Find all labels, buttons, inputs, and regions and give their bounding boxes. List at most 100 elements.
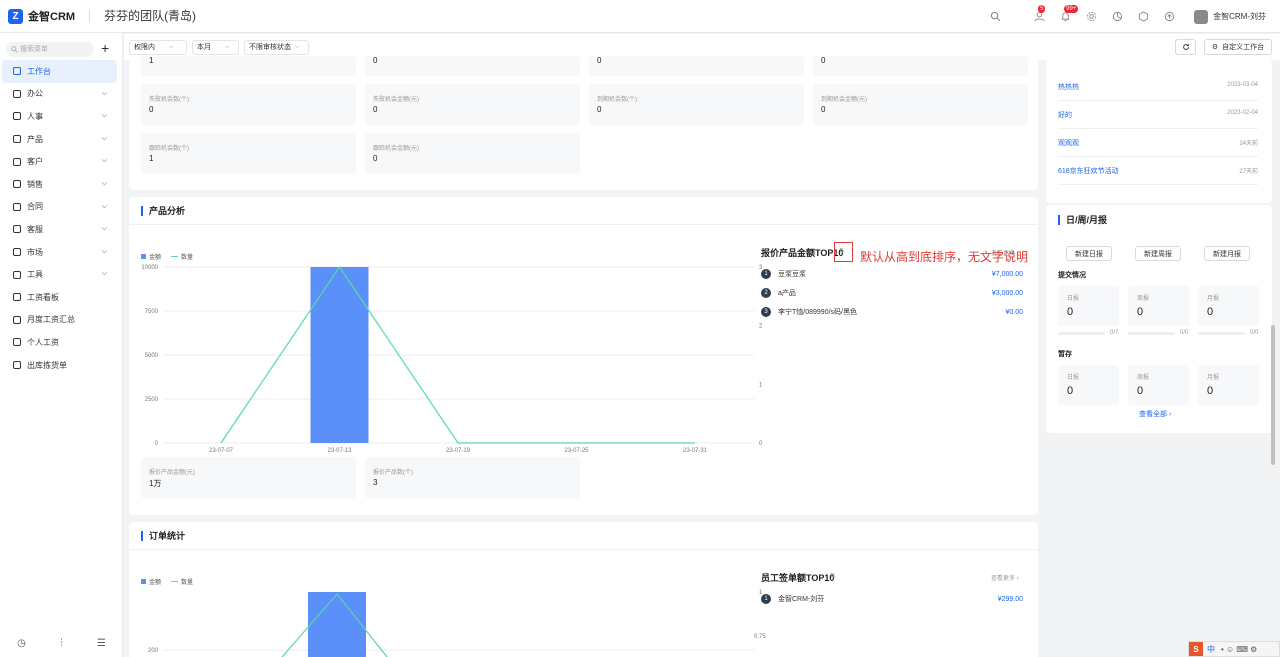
sidebar-item[interactable]: 月度工资汇总 [2,309,117,332]
menu-search-input[interactable]: 搜索菜单 [6,42,94,57]
news-item[interactable]: 618京东狂欢节活动 27天前 [1058,157,1258,185]
top-header: Z 金智CRM 芬芬的团队(青岛) 5 99+ 金智CRM-刘芬 [0,0,1280,33]
sidebar-item-label: 合同 [27,202,43,212]
draft-daily-box[interactable]: 日报 0 [1058,365,1119,405]
sidebar-item[interactable]: 产品 ⌵ [2,128,117,151]
y-tick-label: 5000 [145,353,159,359]
page-scrollbar[interactable] [1271,325,1275,465]
stat-value: 0 [373,56,378,65]
upgrade-icon[interactable] [1162,10,1176,24]
news-date: 2023-03-04 [1227,82,1258,88]
team-name[interactable]: 芬芬的团队(青岛) [89,9,196,23]
logo[interactable]: Z 金智CRM [8,8,75,24]
progress-bar [1198,332,1245,335]
search-icon [11,46,18,53]
picking-icon [13,361,21,370]
sidebar-item-label: 客服 [27,224,43,234]
list-item[interactable]: 2 a产品 [761,288,796,298]
stat-box: 跟踪机会数(个) 1 [141,133,356,174]
progress-bar [1128,332,1175,335]
user-menu[interactable]: 金智CRM-刘芬 [1194,9,1266,24]
refresh-button[interactable] [1175,39,1196,55]
employee-top10-title: 员工签单额TOP10 [761,573,835,583]
view-all-link[interactable]: 查看全部 › [1139,409,1171,419]
submit-daily-box[interactable]: 日报 0 [1058,286,1119,326]
chevron-down-icon: ⌵ [101,157,107,165]
sidebar-item[interactable]: 工具 ⌵ [2,263,117,286]
news-item[interactable]: 观观观 24天前 [1058,129,1258,157]
y2-tick-label: 2 [759,324,763,330]
progress-count: 0/0 [1250,330,1259,336]
news-item[interactable]: 好的 2023-02-04 [1058,101,1258,129]
submit-weekly-box[interactable]: 周报 0 [1128,286,1189,326]
sidebar-item[interactable]: 工资看板 [2,286,117,309]
view-more-link[interactable]: 查看更多 › [991,573,1019,582]
sidebar-item[interactable]: 个人工资 [2,331,117,354]
progress-bar [1058,332,1105,335]
pie-chart-icon[interactable] [1110,10,1124,24]
submit-section-title: 提交情况 [1058,272,1086,279]
bell-icon[interactable]: 99+ [1058,4,1079,24]
box-value: 0 [1137,306,1144,318]
box-value: 0 [1067,385,1074,397]
history-icon[interactable]: ◷ [17,638,26,649]
new-daily-report-button[interactable]: 新建日报 [1066,246,1112,261]
sidebar-item[interactable]: 出库拣货单 [2,354,117,377]
search-icon[interactable] [988,10,1002,24]
sort-icon[interactable]: ⇅ [830,572,836,580]
scope-select[interactable]: 权限内 ⌵ [129,39,187,55]
sidebar-item[interactable]: 工作台 [2,60,117,83]
product-name: a产品 [778,290,796,297]
stat-value: 0 [597,56,602,65]
sidebar-item-label: 出库拣货单 [27,360,67,370]
sidebar-item[interactable]: 客服 ⌵ [2,218,117,241]
stat-value: 0 [373,105,378,114]
sidebar-item[interactable]: 市场 ⌵ [2,241,117,264]
collapse-menu-icon[interactable]: ☰ [97,638,106,649]
sidebar-item-label: 市场 [27,247,43,257]
gear-icon[interactable] [1084,10,1098,24]
bar [308,592,366,657]
chevron-down-icon: ⌵ [101,89,107,97]
submit-monthly-box[interactable]: 月报 0 [1198,286,1259,326]
stat-box: 0 [589,56,804,76]
new-monthly-report-button[interactable]: 新建月报 [1204,246,1250,261]
sidebar-item[interactable]: 客户 ⌵ [2,150,117,173]
stat-box: 跟踪机会金额(元) 0 [365,133,580,174]
ime-toolbar[interactable]: S 中 • ☺ ⌨ ⚙ [1188,641,1280,657]
sidebar-item[interactable]: 人事 ⌵ [2,105,117,128]
sidebar-item-label: 月度工资汇总 [27,315,75,325]
sidebar-item[interactable]: 办公 ⌵ [2,83,117,106]
draft-weekly-box[interactable]: 周报 0 [1128,365,1189,405]
list-item[interactable]: 1 豆浆豆浆 [761,269,806,279]
equalizer-icon[interactable]: ⫶ [60,638,63,649]
chevron-down-icon: ⌵ [101,225,107,233]
stat-value: 1万 [149,479,162,488]
product-analysis-card: 产品分析 金额 数量 0 2500 5000 7500 10000 0 1 2 3 23-07-0… [129,197,1038,515]
user-name: 金智CRM-刘芬 [1213,12,1266,21]
tool-icon [13,270,21,279]
cube-icon[interactable] [1136,10,1150,24]
add-menu-button[interactable]: + [101,41,109,55]
product-analysis-title: 产品分析 [141,206,185,216]
custom-workbench-button[interactable]: ⚙ 自定义工作台 [1204,39,1272,55]
sidebar-item[interactable]: 销售 ⌵ [2,173,117,196]
chevron-down-icon: ⌵ [101,112,107,120]
stat-box: 失败机会金额(元) 0 [365,84,580,125]
draft-monthly-box[interactable]: 月报 0 [1198,365,1259,405]
chevron-down-icon: ⌵ [101,270,107,278]
new-weekly-report-button[interactable]: 新建周报 [1135,246,1181,261]
box-label: 日报 [1067,375,1080,381]
list-item[interactable]: 1 金智CRM-刘芬 [761,594,824,604]
period-select[interactable]: 本月 ⌵ [192,39,239,55]
office-icon [13,89,21,98]
news-date: 2023-02-04 [1227,110,1258,116]
sidebar-item-label: 人事 [27,111,43,121]
sidebar-item[interactable]: 合同 ⌵ [2,196,117,219]
ime-mode: 中 [1207,644,1215,654]
list-item[interactable]: 3 李宁T恤/089990/s码/黑色 [761,307,857,317]
news-item[interactable]: 热热热 2023-03-04 [1058,73,1258,101]
audit-select[interactable]: 不限审核状态 ⌵ [244,39,309,55]
contacts-icon[interactable]: 5 [1032,4,1046,24]
box-value: 0 [1137,385,1144,397]
